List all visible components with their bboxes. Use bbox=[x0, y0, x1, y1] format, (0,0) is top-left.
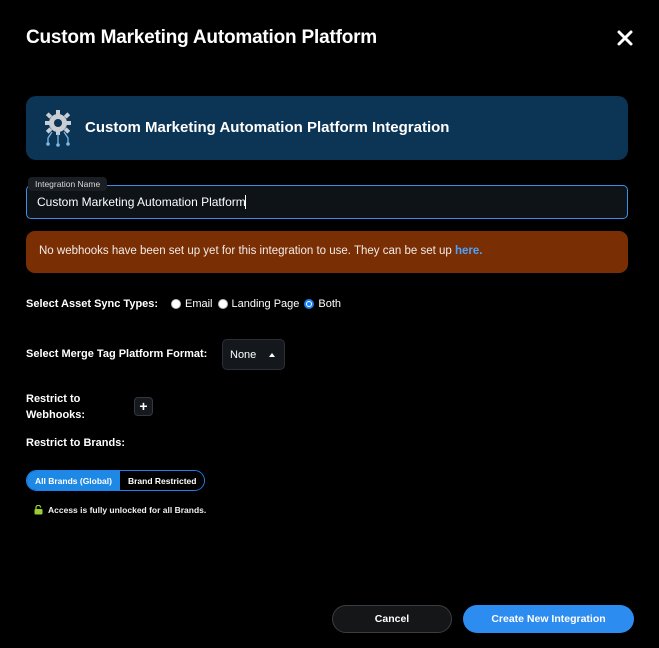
gear-circuit-icon bbox=[45, 110, 71, 147]
merge-tag-select[interactable]: None bbox=[222, 339, 285, 370]
integration-name-label: Integration Name bbox=[28, 177, 108, 191]
integration-name-input[interactable] bbox=[37, 186, 617, 218]
modal-title: Custom Marketing Automation Platform bbox=[26, 27, 377, 48]
merge-tag-label: Select Merge Tag Platform Format: bbox=[26, 348, 208, 360]
unlock-icon bbox=[34, 505, 43, 515]
caret-up-icon bbox=[269, 353, 275, 357]
webhook-setup-link[interactable]: here. bbox=[455, 245, 483, 257]
radio-landing-page-label[interactable]: Landing Page bbox=[232, 298, 300, 310]
text-cursor bbox=[245, 195, 246, 209]
webhook-warning: No webhooks have been set up yet for thi… bbox=[26, 231, 628, 273]
radio-email-label[interactable]: Email bbox=[185, 298, 213, 310]
integration-name-field[interactable] bbox=[26, 185, 628, 219]
close-button[interactable] bbox=[614, 27, 636, 49]
close-icon bbox=[617, 30, 633, 46]
radio-landing-page[interactable] bbox=[217, 299, 228, 309]
brand-access-status-text: Access is fully unlocked for all Brands. bbox=[48, 505, 207, 515]
restrict-brands-label: Restrict to Brands: bbox=[26, 437, 126, 449]
restrict-webhooks-label-line1: Restrict to bbox=[26, 393, 81, 405]
add-webhook-button[interactable]: + bbox=[134, 397, 153, 416]
restrict-webhooks-label-line2: Webhooks: bbox=[26, 409, 86, 421]
toggle-brand-restricted[interactable]: Brand Restricted bbox=[119, 471, 205, 490]
cancel-button[interactable]: Cancel bbox=[332, 605, 452, 633]
integration-banner: Custom Marketing Automation Platform Int… bbox=[26, 96, 628, 160]
radio-both[interactable] bbox=[304, 299, 315, 309]
create-integration-button[interactable]: Create New Integration bbox=[463, 605, 634, 633]
webhook-warning-text: No webhooks have been set up yet for thi… bbox=[39, 245, 455, 257]
brand-access-status: Access is fully unlocked for all Brands. bbox=[34, 505, 206, 515]
radio-both-label[interactable]: Both bbox=[318, 298, 341, 310]
radio-email[interactable] bbox=[171, 299, 181, 309]
brand-restriction-toggle: All Brands (Global) Brand Restricted bbox=[26, 470, 206, 491]
asset-sync-label: Select Asset Sync Types: bbox=[26, 298, 159, 310]
toggle-all-brands[interactable]: All Brands (Global) bbox=[27, 471, 120, 490]
merge-tag-value: None bbox=[230, 349, 257, 361]
banner-title: Custom Marketing Automation Platform Int… bbox=[85, 119, 450, 136]
asset-sync-radio-group: Email Landing Page Both bbox=[171, 298, 346, 310]
restrict-webhooks-label: Restrict to Webhooks: bbox=[26, 391, 85, 423]
